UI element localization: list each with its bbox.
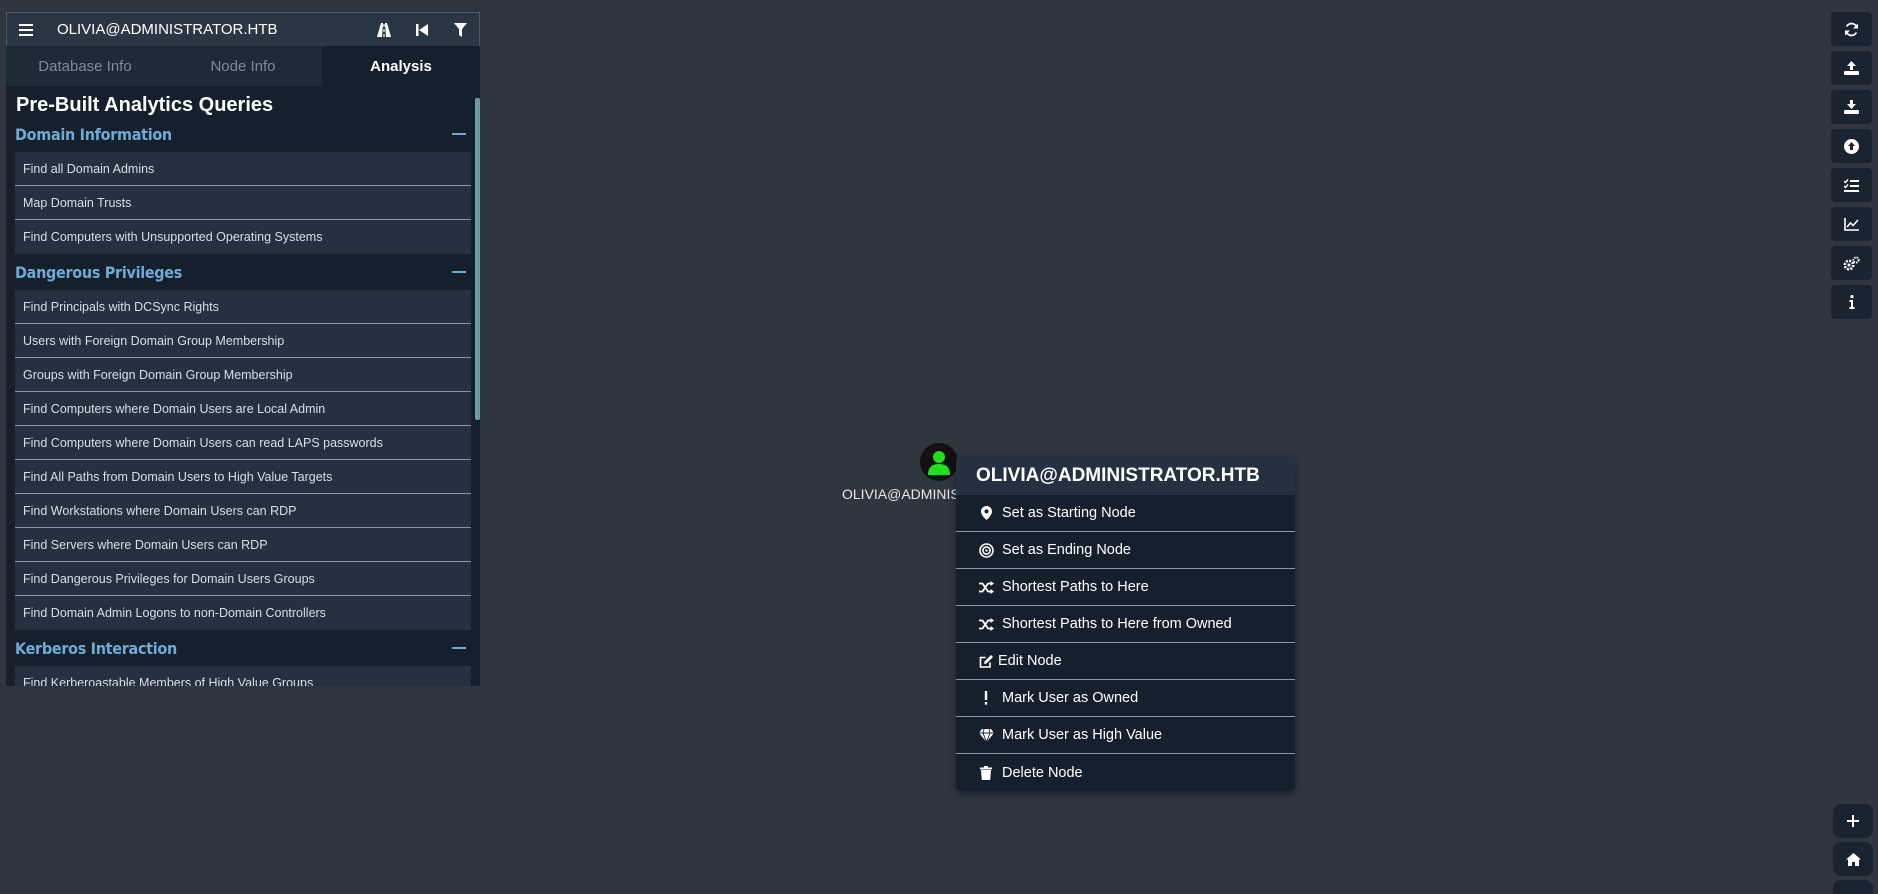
query-item[interactable]: Find Computers where Domain Users can re… [15,426,471,460]
query-list: Find all Domain Admins Map Domain Trusts… [6,148,480,258]
minus-icon[interactable] [452,647,466,649]
settings-button[interactable] [1831,246,1872,280]
upload-button[interactable] [1831,51,1872,85]
query-item[interactable]: Find all Domain Admins [15,152,471,186]
section-title: Kerberos Interaction [15,638,177,658]
query-item[interactable]: Map Domain Trusts [15,186,471,220]
node-label: OLIVIA@ADMINISTRATOR.HTB [842,486,959,502]
plus-icon [1847,815,1859,827]
query-item[interactable]: Find Computers where Domain Users are Lo… [15,392,471,426]
user-icon [928,451,950,475]
road-icon [377,22,391,37]
download-button[interactable] [1831,90,1872,124]
refresh-icon [1845,22,1858,36]
upload-icon [1844,61,1859,75]
info-button[interactable] [1831,285,1872,319]
home-button[interactable] [1833,842,1873,876]
query-item[interactable]: Find Dangerous Privileges for Domain Use… [15,562,471,596]
tasks-icon [1844,178,1859,192]
query-item[interactable]: Find Workstations where Domain Users can… [15,494,471,528]
refresh-button[interactable] [1831,12,1872,46]
right-toolbar [1831,12,1872,324]
delete-node-item[interactable]: Delete Node [956,754,1295,791]
filter-icon [453,22,467,37]
query-list: Find Principals with DCSync Rights Users… [6,286,480,634]
query-list: Find Kerberoastable Members of High Valu… [6,662,480,686]
import-icon [1844,138,1859,154]
menu-item-label: Set as Ending Node [1002,542,1131,558]
query-item[interactable]: Find Servers where Domain Users can RDP [15,528,471,562]
section-title: Dangerous Privileges [15,262,183,282]
menu-item-label: Mark User as High Value [1002,727,1163,743]
user-node[interactable] [920,443,958,481]
gem-icon [978,727,994,743]
shuffle-icon [978,579,994,595]
filter-button[interactable] [441,13,479,46]
import-button[interactable] [1831,129,1872,163]
info-icon [1849,295,1854,309]
context-menu-title: OLIVIA@ADMINISTRATOR.HTB [956,456,1295,495]
bullseye-icon [978,542,994,558]
shuffle-icon [978,616,994,632]
minus-icon[interactable] [452,271,466,273]
queries-button[interactable] [1831,168,1872,202]
step-backward-icon [416,23,428,36]
menu-item-label: Shortest Paths to Here from Owned [1002,616,1232,632]
mark-owned-item[interactable]: Mark User as Owned [956,680,1295,717]
analytics-title: Pre-Built Analytics Queries [16,94,274,116]
mark-high-value-item[interactable]: Mark User as High Value [956,717,1295,754]
chart-icon [1844,217,1859,231]
section-title: Domain Information [15,124,172,144]
menu-item-label: Shortest Paths to Here [1002,579,1149,595]
query-item[interactable]: Find Domain Admin Logons to non-Domain C… [15,596,471,630]
home-icon [1845,852,1861,866]
pathfinding-button[interactable] [365,13,403,46]
tab-analysis[interactable]: Analysis [322,46,480,86]
section-header-domain-information[interactable]: Domain Information [6,120,480,148]
query-item[interactable]: Find All Paths from Domain Users to High… [15,460,471,494]
analysis-panel: Pre-Built Analytics Queries Domain Infor… [6,86,480,686]
panel-tabs: Database Info Node Info Analysis [6,46,480,86]
query-item[interactable]: Find Principals with DCSync Rights [15,290,471,324]
stats-button[interactable] [1831,207,1872,241]
edit-icon [978,653,994,669]
section-header-kerberos-interaction[interactable]: Kerberos Interaction [6,634,480,662]
zoom-in-button[interactable] [1833,804,1873,838]
query-item[interactable]: Users with Foreign Domain Group Membersh… [15,324,471,358]
tab-node-info[interactable]: Node Info [164,46,322,86]
set-starting-node-item[interactable]: Set as Starting Node [956,495,1295,532]
query-item[interactable]: Find Computers with Unsupported Operatin… [15,220,471,254]
shortest-paths-item[interactable]: Shortest Paths to Here [956,569,1295,606]
minus-icon[interactable] [452,133,466,135]
query-item[interactable]: Groups with Foreign Domain Group Members… [15,358,471,392]
context-menu: OLIVIA@ADMINISTRATOR.HTB Set as Starting… [956,456,1295,791]
edit-node-item[interactable]: Edit Node [956,643,1295,680]
section-header-dangerous-privileges[interactable]: Dangerous Privileges [6,258,480,286]
tab-database-info[interactable]: Database Info [6,46,164,86]
download-icon [1844,100,1859,114]
settings-icon [1843,255,1860,270]
zoom-out-button[interactable] [1833,880,1873,894]
set-ending-node-item[interactable]: Set as Ending Node [956,532,1295,569]
menu-item-label: Edit Node [998,653,1062,669]
trash-icon [978,765,994,781]
menu-item-label: Mark User as Owned [1002,690,1139,706]
back-button[interactable] [403,13,441,46]
menu-button[interactable] [7,13,45,46]
map-marker-icon [978,505,994,521]
query-item[interactable]: Find Kerberoastable Members of High Valu… [15,666,471,686]
hamburger-icon [19,23,33,36]
scrollbar[interactable] [475,98,480,420]
shortest-paths-from-owned-item[interactable]: Shortest Paths to Here from Owned [956,606,1295,643]
exclamation-icon [978,690,994,706]
search-bar [6,12,480,46]
menu-item-label: Set as Starting Node [1002,505,1136,521]
search-input[interactable] [45,13,365,46]
menu-item-label: Delete Node [1002,764,1083,781]
left-panel: Database Info Node Info Analysis Pre-Bui… [6,12,480,686]
